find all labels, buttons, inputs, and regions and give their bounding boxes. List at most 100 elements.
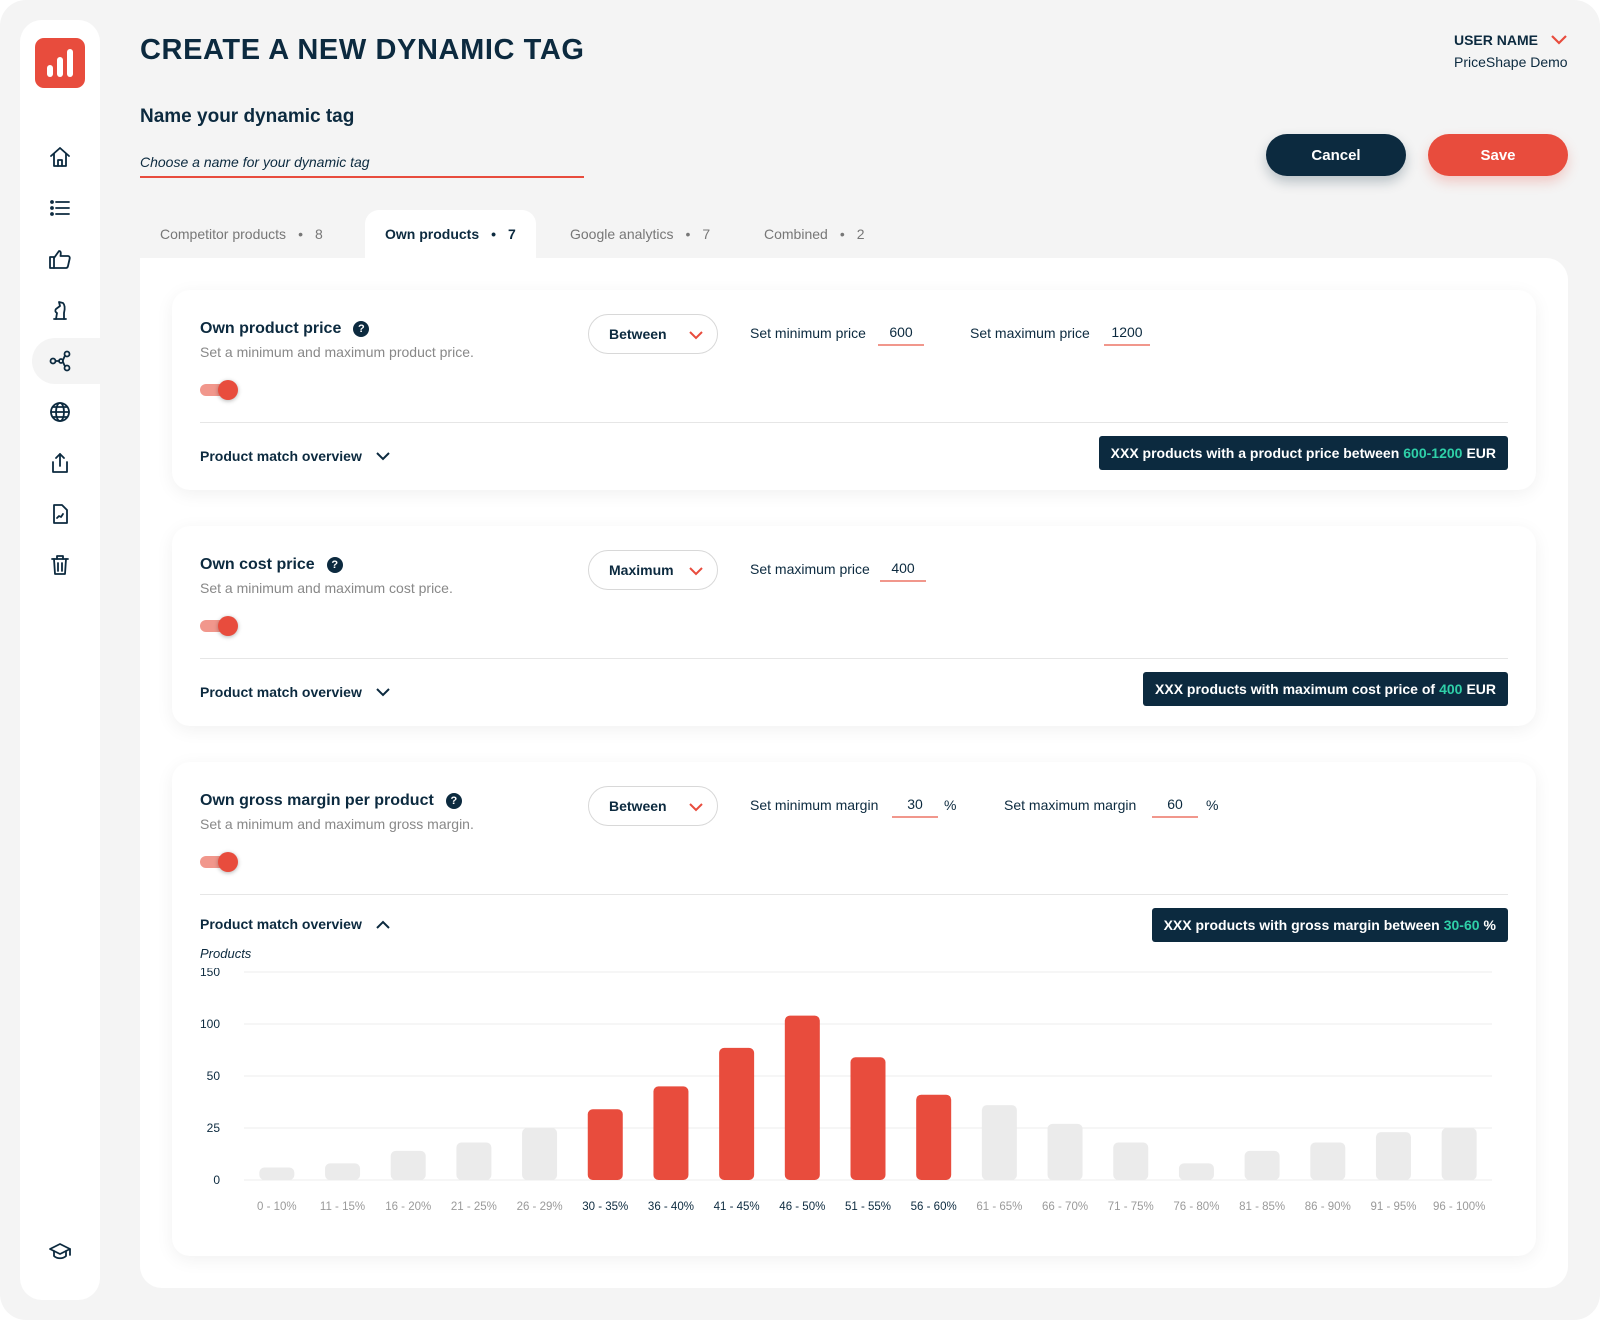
divider xyxy=(200,658,1508,659)
cancel-button[interactable]: Cancel xyxy=(1266,134,1406,176)
save-button[interactable]: Save xyxy=(1428,134,1568,176)
mode-select[interactable]: Between xyxy=(588,786,718,826)
filter-toggle[interactable] xyxy=(200,850,238,874)
x-tick-label: 96 - 100% xyxy=(1433,1201,1485,1213)
product-match-overview-toggle[interactable]: Product match overview xyxy=(200,684,390,700)
chart-bar[interactable] xyxy=(1310,1142,1346,1180)
chart-bar[interactable] xyxy=(1047,1123,1083,1180)
help-icon[interactable]: ? xyxy=(326,557,343,573)
tag-name-input[interactable] xyxy=(140,148,584,178)
chart-bar[interactable] xyxy=(1244,1150,1280,1180)
sidebar xyxy=(20,20,100,1300)
x-tick-label: 46 - 50% xyxy=(779,1201,825,1213)
x-tick-label: 26 - 29% xyxy=(517,1201,563,1213)
own-products-panel: Own product price ? Set a minimum and ma… xyxy=(140,258,1568,1288)
divider xyxy=(200,894,1508,895)
chevron-down-icon xyxy=(689,803,703,812)
x-tick-label: 71 - 75% xyxy=(1108,1201,1154,1213)
x-tick-label: 30 - 35% xyxy=(582,1201,628,1213)
x-tick-label: 76 - 80% xyxy=(1173,1201,1219,1213)
globe-icon[interactable] xyxy=(32,389,88,435)
company-name: PriceShape Demo xyxy=(1453,54,1568,70)
chart-bar[interactable] xyxy=(1113,1142,1149,1180)
x-tick-label: 16 - 20% xyxy=(385,1201,431,1213)
document-chart-icon[interactable] xyxy=(32,491,88,537)
help-icon[interactable]: ? xyxy=(353,321,370,337)
product-match-overview-toggle[interactable]: Product match overview xyxy=(200,916,390,932)
x-tick-label: 0 - 10% xyxy=(257,1201,297,1213)
summary-badge: XXX products with a product price betwee… xyxy=(1098,436,1508,470)
chart-bar[interactable] xyxy=(916,1094,952,1180)
user-menu[interactable]: USER NAME PriceShape Demo xyxy=(1454,32,1568,70)
card-title: Own cost price xyxy=(200,556,315,573)
x-tick-label: 36 - 40% xyxy=(648,1201,694,1213)
cost-price-card: Own cost price ? Set a minimum and maxim… xyxy=(172,526,1536,726)
min-margin-input[interactable] xyxy=(892,792,938,818)
filter-toggle[interactable] xyxy=(200,614,238,638)
chevron-down-icon xyxy=(376,451,390,460)
chart-bar[interactable] xyxy=(981,1105,1017,1180)
chess-knight-icon[interactable] xyxy=(32,287,88,333)
chart-bar[interactable] xyxy=(1441,1128,1477,1180)
chart-bar[interactable] xyxy=(325,1163,361,1180)
chart-bar[interactable] xyxy=(1178,1163,1214,1180)
chart-bar[interactable] xyxy=(784,1015,820,1180)
x-tick-label: 51 - 55% xyxy=(845,1201,891,1213)
home-icon[interactable] xyxy=(32,134,88,180)
x-tick-label: 81 - 85% xyxy=(1239,1201,1285,1213)
app-logo-icon[interactable] xyxy=(35,38,85,88)
chart-bar[interactable] xyxy=(719,1047,755,1180)
filter-toggle[interactable] xyxy=(200,378,238,402)
list-icon[interactable] xyxy=(32,185,88,231)
x-tick-label: 61 - 65% xyxy=(976,1201,1022,1213)
max-price-label: Set maximum price xyxy=(750,561,870,577)
max-margin-input[interactable] xyxy=(1152,792,1198,818)
y-tick-label: 25 xyxy=(207,1121,221,1135)
x-tick-label: 41 - 45% xyxy=(714,1201,760,1213)
summary-badge: XXX products with gross margin between 3… xyxy=(1151,908,1508,942)
card-description: Set a minimum and maximum gross margin. xyxy=(200,816,474,832)
x-tick-label: 66 - 70% xyxy=(1042,1201,1088,1213)
chart-bar[interactable] xyxy=(522,1128,558,1180)
max-margin-label: Set maximum margin xyxy=(1004,797,1137,813)
share-nodes-icon[interactable] xyxy=(32,338,100,384)
tab-combined[interactable]: Combined • 2 xyxy=(744,210,885,258)
chevron-down-icon xyxy=(689,567,703,576)
user-name: USER NAME xyxy=(1453,32,1538,48)
mode-select[interactable]: Maximum xyxy=(588,550,718,590)
product-match-overview-toggle[interactable]: Product match overview xyxy=(200,448,390,464)
gross-margin-card: Own gross margin per product ? Set a min… xyxy=(172,762,1536,1256)
min-price-input[interactable] xyxy=(878,320,924,346)
page-title: CREATE A NEW DYNAMIC TAG xyxy=(140,34,585,66)
y-tick-label: 150 xyxy=(200,968,220,979)
name-section-label: Name your dynamic tag xyxy=(140,106,355,127)
thumbs-up-icon[interactable] xyxy=(32,236,88,282)
x-tick-label: 11 - 15% xyxy=(320,1201,365,1213)
graduation-cap-icon[interactable] xyxy=(32,1229,88,1275)
tab-google-analytics[interactable]: Google analytics • 7 xyxy=(550,210,730,258)
chart-bar[interactable] xyxy=(390,1150,426,1180)
mode-select[interactable]: Between xyxy=(588,314,718,354)
upload-icon[interactable] xyxy=(32,440,88,486)
x-tick-label: 56 - 60% xyxy=(911,1201,957,1213)
help-icon[interactable]: ? xyxy=(445,793,462,809)
card-description: Set a minimum and maximum cost price. xyxy=(200,580,453,596)
trash-icon[interactable] xyxy=(32,542,88,588)
chart-bar[interactable] xyxy=(653,1086,689,1180)
tab-competitor-products[interactable]: Competitor products • 8 xyxy=(140,210,343,258)
chart-bar[interactable] xyxy=(587,1109,623,1180)
y-tick-label: 50 xyxy=(207,1069,221,1083)
chart-bar[interactable] xyxy=(456,1142,492,1180)
tab-own-products[interactable]: Own products • 7 xyxy=(365,210,536,258)
product-price-card: Own product price ? Set a minimum and ma… xyxy=(172,290,1536,490)
chart-bar[interactable] xyxy=(1375,1132,1411,1180)
x-tick-label: 91 - 95% xyxy=(1370,1201,1416,1213)
max-price-input[interactable] xyxy=(1104,320,1150,346)
bar-chart: 0 25 50 100 150 0 - 10% 11 - 15% 16 - 20% 21 - 2… xyxy=(200,965,1492,1213)
x-tick-label: 86 - 90% xyxy=(1305,1201,1351,1213)
unit-label: % xyxy=(1206,797,1219,813)
chevron-down-icon[interactable] xyxy=(1550,34,1568,46)
max-price-input[interactable] xyxy=(880,556,926,582)
chart-bar[interactable] xyxy=(850,1057,886,1180)
chart-bar[interactable] xyxy=(259,1167,295,1180)
